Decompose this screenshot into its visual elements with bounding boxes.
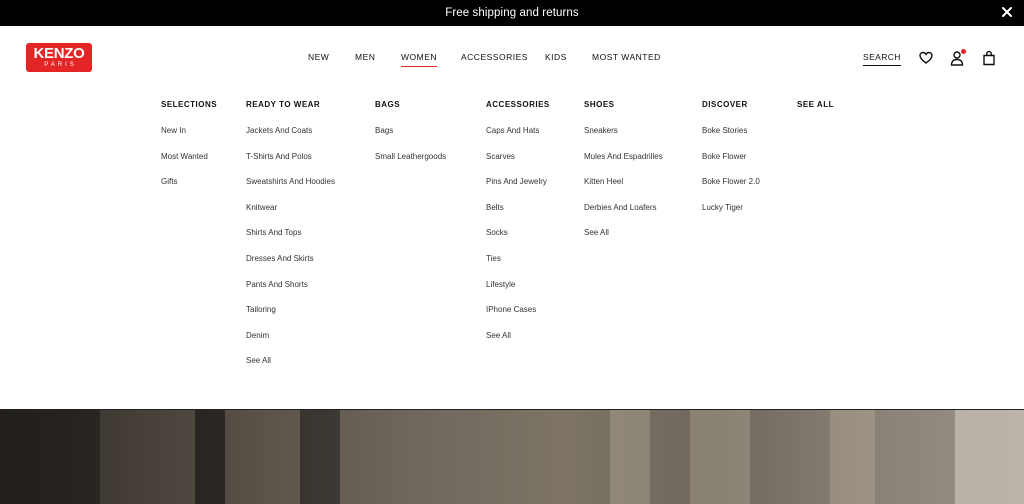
menu-column-see-all: SEE ALL (797, 100, 834, 114)
menu-column-title[interactable]: SHOES (584, 100, 663, 114)
menu-column-discover: DISCOVER Boke Stories Boke Flower Boke F… (702, 100, 760, 228)
menu-link[interactable]: Lifestyle (486, 280, 550, 306)
menu-link[interactable]: Pins And Jewelry (486, 177, 550, 203)
nav-new[interactable]: NEW (308, 52, 329, 62)
menu-column-shoes: SHOES Sneakers Mules And Espadrilles Kit… (584, 100, 663, 254)
menu-link[interactable]: IPhone Cases (486, 305, 550, 331)
menu-link[interactable]: Boke Stories (702, 126, 760, 152)
menu-link[interactable]: Tailoring (246, 305, 335, 331)
bag-icon[interactable] (982, 50, 996, 66)
menu-link[interactable]: Boke Flower (702, 152, 760, 178)
menu-link[interactable]: Bags (375, 126, 446, 152)
menu-link[interactable]: Caps And Hats (486, 126, 550, 152)
menu-column-title[interactable]: DISCOVER (702, 100, 760, 114)
menu-link[interactable]: See All (486, 331, 550, 357)
menu-link[interactable]: See All (246, 356, 335, 382)
menu-link[interactable]: Sneakers (584, 126, 663, 152)
menu-link[interactable]: Lucky Tiger (702, 203, 760, 229)
menu-column-accessories: ACCESSORIES Caps And Hats Scarves Pins A… (486, 100, 550, 356)
menu-link[interactable]: Derbies And Loafers (584, 203, 663, 229)
menu-column-ready-to-wear: READY TO WEAR Jackets And Coats T-Shirts… (246, 100, 335, 382)
menu-column-selections: SELECTIONS New In Most Wanted Gifts (161, 100, 217, 203)
notification-dot (961, 49, 966, 54)
menu-link[interactable]: See All (584, 228, 663, 254)
menu-column-bags: BAGS Bags Small Leathergoods (375, 100, 446, 177)
menu-link[interactable]: Denim (246, 331, 335, 357)
menu-link[interactable]: Gifts (161, 177, 217, 203)
menu-link[interactable]: Ties (486, 254, 550, 280)
nav-kids[interactable]: KIDS (545, 52, 567, 62)
promo-bar: Free shipping and returns (0, 0, 1024, 26)
menu-link[interactable]: Kitten Heel (584, 177, 663, 203)
menu-link[interactable]: Shirts And Tops (246, 228, 335, 254)
promo-text: Free shipping and returns (445, 7, 579, 19)
nav-men[interactable]: MEN (355, 52, 375, 62)
menu-link[interactable]: Small Leathergoods (375, 152, 446, 178)
menu-link[interactable]: Sweatshirts And Hoodies (246, 177, 335, 203)
menu-column-title[interactable]: READY TO WEAR (246, 100, 335, 114)
menu-link[interactable]: Belts (486, 203, 550, 229)
search-button[interactable]: SEARCH (863, 52, 901, 66)
menu-link[interactable]: Knitwear (246, 203, 335, 229)
menu-link[interactable]: Jackets And Coats (246, 126, 335, 152)
menu-column-title[interactable]: SELECTIONS (161, 100, 217, 114)
menu-column-title[interactable]: ACCESSORIES (486, 100, 550, 114)
menu-link[interactable]: Most Wanted (161, 152, 217, 178)
nav-women[interactable]: WOMEN (401, 52, 438, 67)
site-header: KENZO PARIS NEW MEN WOMEN ACCESSORIES KI… (0, 26, 1024, 88)
menu-link[interactable]: Mules And Espadrilles (584, 152, 663, 178)
heart-icon[interactable] (919, 50, 933, 66)
mega-menu: SELECTIONS New In Most Wanted Gifts READ… (0, 88, 1024, 408)
menu-link[interactable]: Dresses And Skirts (246, 254, 335, 280)
hero-image (0, 409, 1024, 504)
menu-link[interactable]: T-Shirts And Polos (246, 152, 335, 178)
menu-see-all-link[interactable]: SEE ALL (797, 100, 834, 114)
nav-most-wanted[interactable]: MOST WANTED (592, 52, 661, 62)
menu-link[interactable]: Socks (486, 228, 550, 254)
menu-column-title[interactable]: BAGS (375, 100, 446, 114)
close-icon[interactable] (1000, 5, 1014, 19)
menu-link[interactable]: Boke Flower 2.0 (702, 177, 760, 203)
nav-accessories[interactable]: ACCESSORIES (461, 52, 528, 62)
menu-link[interactable]: Pants And Shorts (246, 280, 335, 306)
menu-link[interactable]: New In (161, 126, 217, 152)
user-icon[interactable] (950, 49, 966, 66)
menu-link[interactable]: Scarves (486, 152, 550, 178)
